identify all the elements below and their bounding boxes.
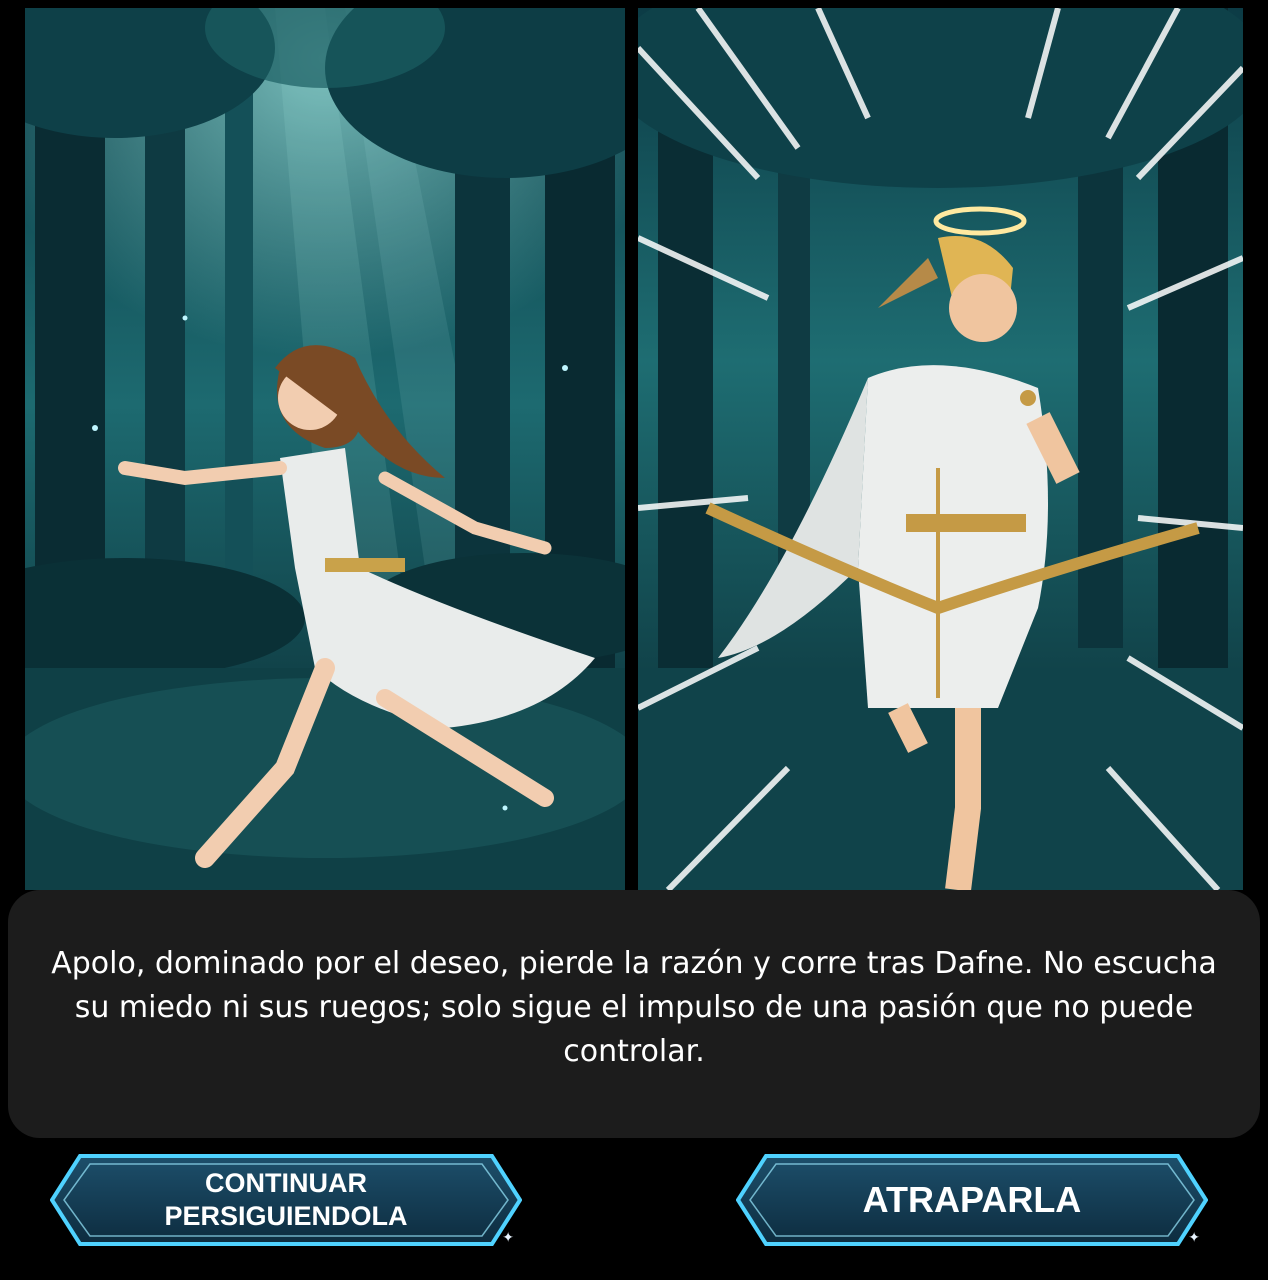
continue-chasing-button[interactable]: CONTINUAR PERSIGUIENDOLA ✦ <box>50 1148 522 1252</box>
sparkle-icon: ✦ <box>1188 1230 1200 1246</box>
narration-dialog: Apolo, dominado por el deseo, pierde la … <box>8 890 1260 1138</box>
continue-chasing-label: CONTINUAR PERSIGUIENDOLA <box>164 1168 408 1231</box>
scene-panel-apollo <box>638 8 1243 890</box>
narration-text: Apolo, dominado por el deseo, pierde la … <box>51 946 1217 1069</box>
catch-her-button[interactable]: ATRAPARLA ✦ <box>736 1148 1208 1252</box>
scene-panel-daphne <box>25 8 625 890</box>
sparkle-icon: ✦ <box>502 1230 514 1246</box>
catch-her-label: ATRAPARLA <box>862 1179 1082 1220</box>
daphne-illustration <box>25 8 625 890</box>
apollo-illustration <box>638 8 1243 890</box>
